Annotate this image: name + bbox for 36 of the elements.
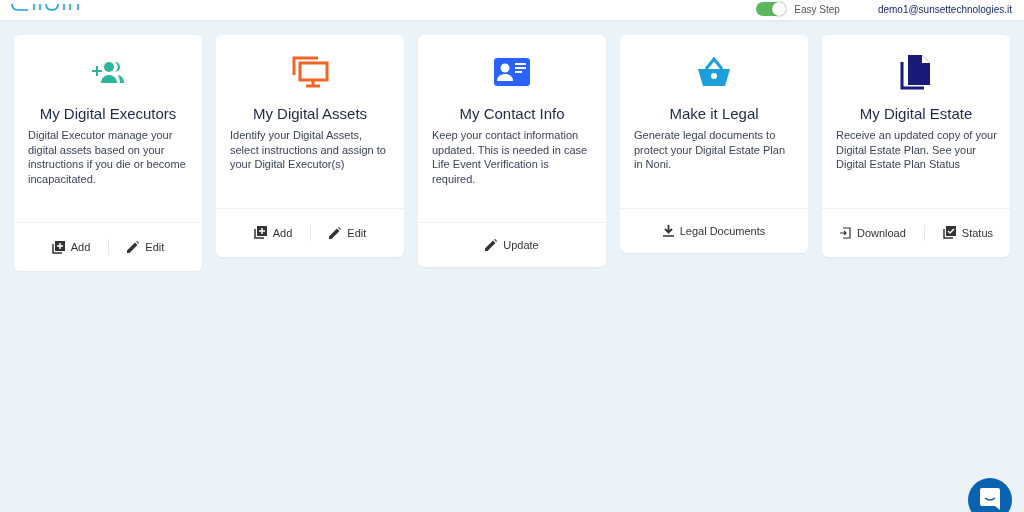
card-description: Generate legal documents to protect your Digital Estate Plan in Noni. <box>634 128 787 172</box>
card-action-link[interactable]: Add <box>241 226 305 239</box>
card-title: My Contact Info <box>458 105 566 122</box>
pencil-icon <box>127 241 140 253</box>
card-action-link[interactable]: Update <box>473 239 551 251</box>
card-action-link[interactable]: Status <box>930 226 1006 239</box>
toggle-label: Easy Step <box>794 3 840 15</box>
card-description: Receive an updated copy of your Digital Estate Plan. See your Digital Estate Plan Status <box>836 128 998 172</box>
chat-button[interactable] <box>968 478 1012 512</box>
card-action-link[interactable]: Legal Documents <box>650 224 778 237</box>
monitors-icon <box>291 55 329 89</box>
card-title: My Digital Assets <box>251 105 369 122</box>
card-title: Make it Legal <box>668 105 760 122</box>
toggle-switch[interactable] <box>756 2 787 16</box>
contact-card-icon <box>494 58 530 86</box>
chat-icon <box>980 488 1000 510</box>
documents-icon <box>900 54 932 90</box>
card-action-link[interactable]: Download <box>826 226 918 239</box>
people-add-icon <box>90 61 126 83</box>
card-action-link[interactable]: Add <box>39 240 103 254</box>
add-icon <box>253 226 267 239</box>
card-action-link[interactable]: Edit <box>317 226 379 239</box>
sign-in-icon <box>838 226 851 239</box>
card-description: Identify your Digital Assets, select instructions and assign to your Digital Executor(s) <box>230 128 387 172</box>
pencil-icon <box>485 239 498 251</box>
basket-icon <box>697 57 731 87</box>
card-description: Keep your contact information updated. This is needed in case Life Event Verification is required. <box>432 128 589 186</box>
checklist-icon <box>942 226 956 239</box>
card-action-link[interactable]: Edit <box>115 241 177 253</box>
card-title: My Digital Executors <box>38 105 178 122</box>
user-email[interactable]: demo1@sunsettechnologies.it <box>877 3 1012 15</box>
card-title: My Digital Estate <box>858 105 974 122</box>
download-icon <box>662 224 674 237</box>
pencil-icon <box>329 226 342 239</box>
add-icon <box>51 240 65 254</box>
card-description: Digital Executor manage your digital assets based on your instructions if you die or become incapacitated. <box>28 128 187 186</box>
